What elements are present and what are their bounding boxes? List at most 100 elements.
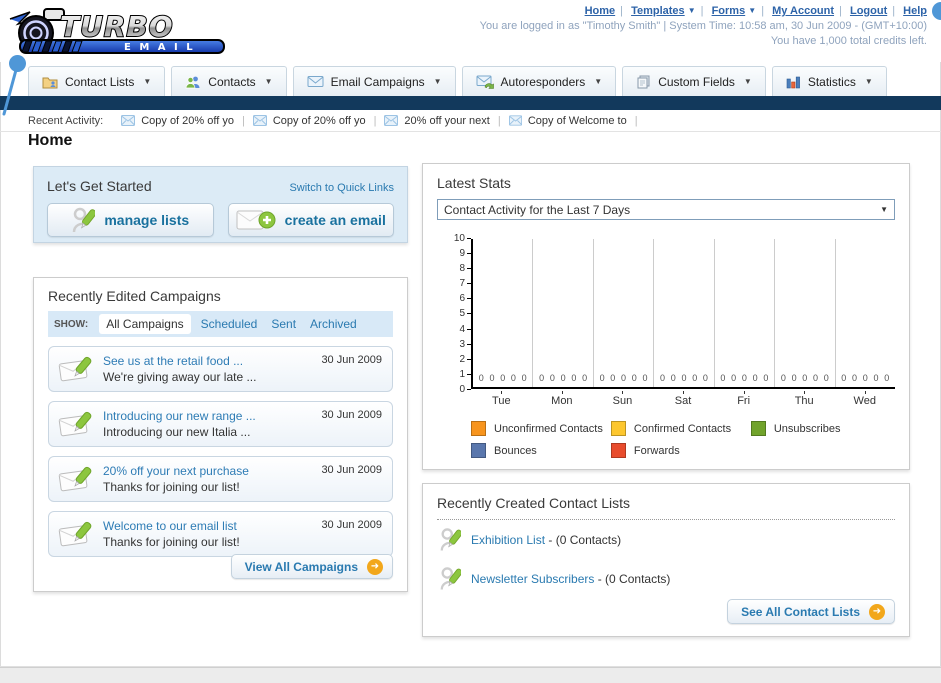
contact-list-link[interactable]: Newsletter Subscribers <box>471 572 594 586</box>
legend-item: Unsubscribes <box>750 421 891 436</box>
contacts-icon <box>185 76 200 88</box>
manage-lists-button[interactable]: manage lists <box>47 203 214 237</box>
chevron-down-icon: ▼ <box>880 205 888 214</box>
svg-text:TURBO: TURBO <box>60 10 174 43</box>
navy-divider-bar <box>0 96 941 110</box>
campaign-title-link[interactable]: Welcome to our email list <box>103 519 240 533</box>
envelope-pencil-icon <box>58 411 92 437</box>
chevron-down-icon: ▼ <box>594 77 603 86</box>
get-started-heading: Let's Get Started <box>47 178 152 194</box>
separator: | <box>241 114 245 127</box>
recent-activity-item[interactable]: Copy of Welcome to <box>508 115 627 127</box>
envelope-icon <box>508 115 522 126</box>
campaign-list-item[interactable]: See us at the retail food ... We're givi… <box>48 346 393 392</box>
tab-statistics[interactable]: Statistics ▼ <box>771 66 887 96</box>
stats-period-dropdown[interactable]: Contact Activity for the Last 7 Days ▼ <box>437 199 895 220</box>
contact-list-count: - (0 Contacts) <box>597 571 671 586</box>
recent-activity-item[interactable]: Copy of 20% off yo <box>252 115 366 127</box>
tab-contacts[interactable]: Contacts ▼ <box>171 66 287 96</box>
campaign-date: 30 Jun 2009 <box>321 519 382 531</box>
envelope-pencil-icon <box>58 356 92 382</box>
recent-activity-item[interactable]: Copy of 20% off yo <box>121 115 234 127</box>
separator: | <box>634 114 638 127</box>
chevron-down-icon: ▼ <box>143 77 152 86</box>
autoresponders-icon <box>476 75 494 89</box>
nav-link-templates[interactable]: Templates <box>631 5 685 17</box>
person-pencil-icon <box>440 528 461 551</box>
create-email-button[interactable]: create an email <box>227 203 394 237</box>
legend-swatch <box>471 443 486 458</box>
chart-y-axis: 10 9 8 7 6 5 4 3 2 1 0 <box>445 232 471 396</box>
envelope-icon <box>121 115 136 126</box>
recent-activity-list: Copy of 20% off yo | Copy of 20% off yo … <box>121 115 645 127</box>
header-nav: Home | Templates ▼ | Forms ▼ | My Account | … <box>584 5 927 17</box>
footer <box>0 667 941 683</box>
contact-list-count: - (0 Contacts) <box>548 532 622 547</box>
campaign-title-link[interactable]: 20% off your next purchase <box>103 464 249 478</box>
filter-sent[interactable]: Sent <box>271 317 296 331</box>
chart-plot: 00000000000000000000000000000000000 <box>471 239 895 389</box>
campaign-subtitle: Introducing our new Italia ... <box>103 425 251 439</box>
tab-email-campaigns[interactable]: Email Campaigns ▼ <box>292 66 456 96</box>
annotation-dot <box>9 55 26 72</box>
legend-swatch <box>610 443 626 458</box>
campaign-list: See us at the retail food ... We're givi… <box>48 346 393 557</box>
contact-lists-icon <box>42 77 58 88</box>
nav-link-logout[interactable]: Logout <box>850 5 887 17</box>
person-pencil-icon <box>440 567 461 590</box>
header: TURBO EMAIL Home | Templates ▼ | Forms ▼ | … <box>0 0 941 62</box>
page-title: Home <box>28 132 73 149</box>
legend-swatch <box>610 421 626 436</box>
chart-legend: Unconfirmed Contacts Confirmed Contacts … <box>471 421 895 465</box>
filter-scheduled[interactable]: Scheduled <box>201 317 258 331</box>
arrow-right-icon: ➜ <box>869 603 885 620</box>
tab-custom-fields[interactable]: Custom Fields ▼ <box>622 66 766 96</box>
campaign-list-item[interactable]: Welcome to our email list Thanks for joi… <box>48 511 393 557</box>
chevron-down-icon: ▼ <box>743 77 752 86</box>
statistics-icon <box>786 76 800 88</box>
filter-archived[interactable]: Archived <box>310 317 357 331</box>
campaign-date: 30 Jun 2009 <box>321 409 382 421</box>
custom-fields-icon <box>637 75 650 88</box>
recent-activity-item[interactable]: 20% off your next <box>384 115 490 127</box>
filter-all-campaigns[interactable]: All Campaigns <box>99 314 191 334</box>
see-all-contact-lists-button[interactable]: See All Contact Lists ➜ <box>727 599 895 624</box>
recent-campaigns-panel: Recently Edited Campaigns SHOW: All Camp… <box>33 277 408 592</box>
campaign-subtitle: Thanks for joining our list! <box>103 535 240 549</box>
campaign-filter-bar: SHOW: All Campaigns Scheduled Sent Archi… <box>48 311 393 337</box>
chart-x-axis: Tue Mon Sun Sat Fri Thu Wed <box>471 391 895 407</box>
chevron-down-icon: ▼ <box>748 6 757 15</box>
legend-item: Forwards <box>610 443 751 458</box>
nav-link-my-account[interactable]: My Account <box>772 5 834 17</box>
switch-quick-links[interactable]: Switch to Quick Links <box>289 182 394 194</box>
campaign-list-item[interactable]: 20% off your next purchase Thanks for jo… <box>48 456 393 502</box>
envelope-icon <box>384 115 399 126</box>
view-all-campaigns-button[interactable]: View All Campaigns ➜ <box>230 554 393 579</box>
contact-list-items: Exhibition List - (0 Contacts) Newslette… <box>437 520 895 598</box>
separator: | <box>497 114 501 127</box>
email-campaigns-icon <box>307 76 324 87</box>
recent-campaigns-heading: Recently Edited Campaigns <box>48 288 221 304</box>
contact-list-item[interactable]: Newsletter Subscribers - (0 Contacts) <box>437 559 895 598</box>
campaign-title-link[interactable]: See us at the retail food ... <box>103 354 256 368</box>
campaign-title-link[interactable]: Introducing our new range ... <box>103 409 256 423</box>
legend-item: Unconfirmed Contacts <box>471 421 611 436</box>
recent-activity-label: Recent Activity: <box>28 114 104 127</box>
envelope-icon <box>252 115 267 126</box>
nav-link-help[interactable]: Help <box>903 5 927 17</box>
recent-contact-lists-heading: Recently Created Contact Lists <box>437 495 630 511</box>
latest-stats-panel: Latest Stats Contact Activity for the La… <box>422 163 910 470</box>
contact-list-item[interactable]: Exhibition List - (0 Contacts) <box>437 520 895 559</box>
nav-link-home[interactable]: Home <box>585 5 616 17</box>
campaign-list-item[interactable]: Introducing our new range ... Introducin… <box>48 401 393 447</box>
campaign-subtitle: We're giving away our late ... <box>103 370 257 384</box>
tab-autoresponders[interactable]: Autoresponders ▼ <box>461 66 617 96</box>
get-started-panel: Let's Get Started Switch to Quick Links … <box>33 166 408 243</box>
annotation-dot <box>932 2 941 20</box>
contact-list-link[interactable]: Exhibition List <box>471 533 545 547</box>
tab-contact-lists[interactable]: Contact Lists ▼ <box>28 66 166 96</box>
recent-contact-lists-panel: Recently Created Contact Lists Exhibitio… <box>422 483 910 637</box>
turbo-logo-graphic: TURBO EMAIL <box>9 8 225 54</box>
show-label: SHOW: <box>54 318 89 330</box>
nav-link-forms[interactable]: Forms <box>712 5 746 17</box>
